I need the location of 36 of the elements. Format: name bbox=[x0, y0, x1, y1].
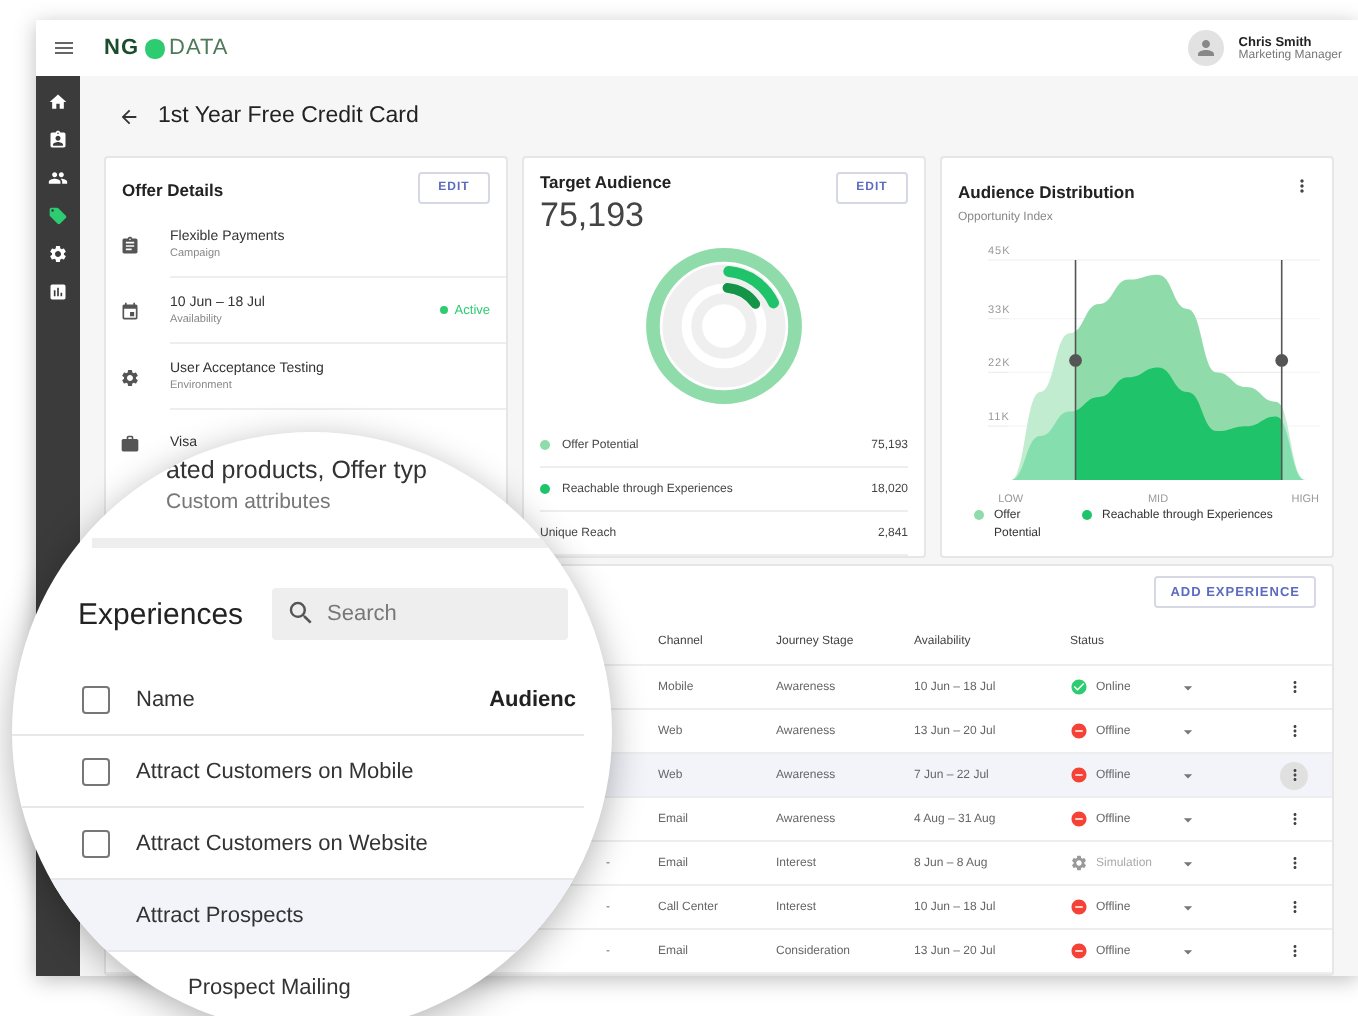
settings-icon bbox=[120, 367, 140, 387]
checkbox[interactable] bbox=[82, 757, 110, 785]
briefcase-icon bbox=[120, 433, 140, 453]
table-row[interactable]: Prospect Mailing bbox=[12, 952, 584, 1016]
experience-name: Prospect Mailing bbox=[188, 975, 351, 999]
column-header: Audienc bbox=[489, 687, 576, 711]
card-title: Target Audience bbox=[540, 172, 672, 192]
experience-name: Attract Prospects bbox=[136, 903, 304, 927]
checkbox[interactable] bbox=[82, 829, 110, 857]
back-arrow-icon[interactable] bbox=[118, 105, 140, 127]
avatar-icon[interactable] bbox=[1188, 30, 1225, 66]
experience-name: Attract Customers on Mobile bbox=[136, 759, 414, 783]
range-handle[interactable] bbox=[1274, 259, 1288, 481]
checkbox[interactable] bbox=[82, 685, 110, 713]
calendar-icon bbox=[120, 301, 140, 321]
logo-text: DATA bbox=[169, 36, 229, 60]
more-options-icon[interactable] bbox=[1280, 761, 1308, 789]
settings-icon[interactable] bbox=[44, 240, 72, 268]
search-icon bbox=[285, 598, 316, 628]
detail-label: Custom attributes bbox=[166, 490, 331, 514]
table-row[interactable]: Attract Customers on Mobile bbox=[12, 736, 584, 808]
card-title: Offer Details bbox=[122, 180, 224, 200]
search-field[interactable]: Search bbox=[271, 588, 568, 640]
range-handle[interactable] bbox=[1068, 259, 1081, 481]
clipboard-icon bbox=[120, 235, 140, 255]
gear-icon bbox=[1070, 854, 1088, 872]
logo-text: NG bbox=[104, 36, 139, 60]
tag-icon[interactable] bbox=[44, 202, 72, 230]
experience-name: Attract Customers on Website bbox=[136, 831, 428, 855]
detail-title: ated products, Offer typ bbox=[166, 456, 427, 484]
section-title: Experiences bbox=[78, 597, 244, 631]
audience-total: 75,193 bbox=[538, 196, 646, 236]
column-header: Name bbox=[136, 687, 195, 711]
menu-icon[interactable] bbox=[52, 36, 76, 60]
page-title: 1st Year Free Credit Card bbox=[158, 104, 419, 128]
card-title: Audience Distribution bbox=[958, 182, 1135, 202]
